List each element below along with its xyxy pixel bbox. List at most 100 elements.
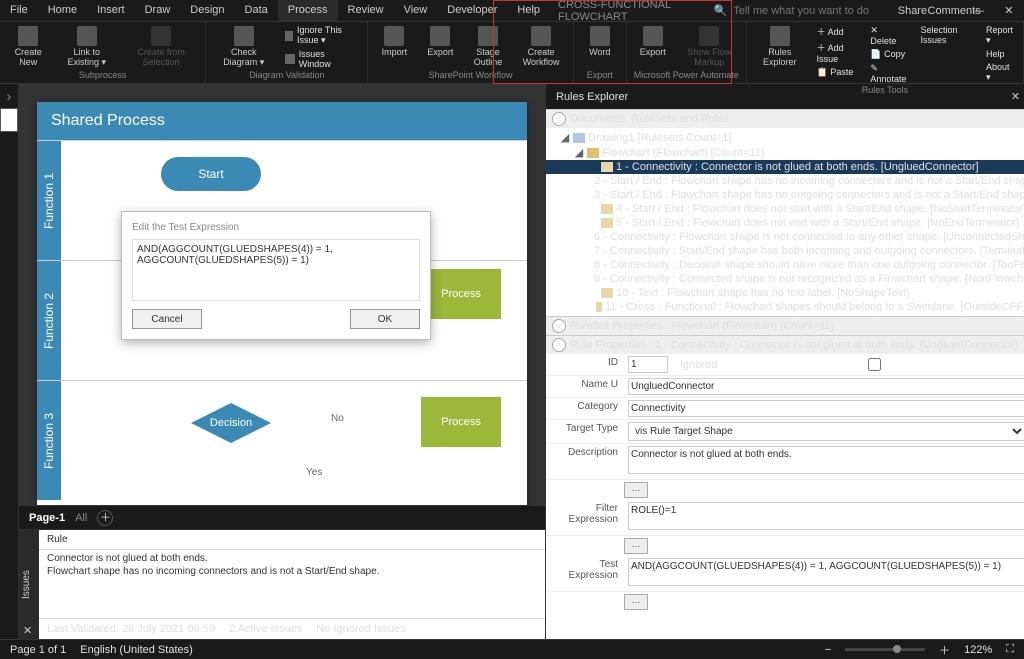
rules-explorer-icon — [770, 26, 790, 46]
issue-row[interactable]: Flowchart shape has no incoming connecto… — [47, 565, 537, 578]
page-tab-1[interactable]: Page-1 — [29, 512, 65, 524]
rule-collapse-icon[interactable]: ˄ — [552, 338, 566, 352]
fit-page-button[interactable]: ⛶ — [1006, 643, 1014, 656]
ribbon-small-item[interactable]: ＋ Add Issue — [813, 40, 861, 65]
rule-item-1[interactable]: 1 - Connectivity : Connector is not glue… — [546, 160, 1024, 174]
context-tab[interactable]: CROSS-FUNCTIONAL FLOWCHART — [558, 0, 714, 23]
tree-header[interactable]: ˄ Documents, RuleSets and Rules — [546, 109, 1024, 128]
issues-close-button[interactable]: ✕ — [23, 624, 32, 637]
process-shape-2[interactable]: Process — [421, 397, 501, 447]
rule-item-7[interactable]: 7 - Connectivity : Start/End shape has b… — [546, 244, 1024, 258]
rule-item-6[interactable]: 6 - Connectivity : Flowchart shape is no… — [546, 230, 1024, 244]
tab-design[interactable]: Design — [180, 0, 234, 21]
ribbon-small-item[interactable]: Issues Window — [281, 48, 361, 70]
tree-ruleset[interactable]: ◢Flowchart (Flowchart) [Count=11] — [546, 145, 1024, 160]
tab-developer[interactable]: Developer — [437, 0, 507, 21]
rule-item-4[interactable]: 4 - Start / End : Flowchart does not sta… — [546, 202, 1024, 216]
tree-drawing[interactable]: ◢Drawing1 [Rulesets Count=1] — [546, 130, 1024, 145]
close-button[interactable]: ✕ — [994, 4, 1024, 17]
prop-filter-input[interactable]: ROLE()=1 — [628, 502, 1024, 530]
link-existing-button[interactable]: Link to Existing ▾ — [56, 24, 117, 70]
word-button[interactable]: Word — [580, 24, 620, 60]
dialog-textarea[interactable]: AND(AGGCOUNT(GLUEDSHAPES(4)) = 1, AGGCOU… — [132, 239, 420, 301]
tellme-search[interactable]: 🔍 — [714, 4, 898, 17]
prop-test-input[interactable]: AND(AGGCOUNT(GLUEDSHAPES(4)) = 1, AGGCOU… — [628, 558, 1024, 586]
prop-id-input[interactable] — [628, 356, 668, 373]
rule-item-5[interactable]: 5 - Start / End : Flowchart does not end… — [546, 216, 1024, 230]
lane-1-label[interactable]: Function 1 — [37, 141, 61, 260]
filter-expand-button[interactable]: … — [624, 538, 648, 554]
prop-ignored-checkbox[interactable] — [723, 358, 1024, 371]
lane-2-label[interactable]: Function 2 — [37, 261, 61, 380]
zoom-out-button[interactable]: − — [825, 644, 831, 656]
tellme-input[interactable] — [733, 5, 893, 17]
rule-item-2[interactable]: 2 - Start / End : Flowchart shape has no… — [546, 174, 1024, 188]
canvas-scroll[interactable]: Shared Process Function 1 Start Function… — [19, 84, 545, 505]
create-new-button[interactable]: Create New — [6, 24, 50, 70]
desc-expand-button[interactable]: … — [624, 482, 648, 498]
ribbon-small-item[interactable]: 📋 Paste — [813, 66, 861, 79]
tab-view[interactable]: View — [394, 0, 438, 21]
prop-category-input[interactable] — [628, 400, 1024, 417]
lane-3-label[interactable]: Function 3 — [37, 381, 61, 500]
nav-collapse-icon[interactable]: › — [7, 88, 12, 104]
zoom-slider[interactable] — [845, 648, 925, 651]
check-diagram-button[interactable]: Check Diagram ▾ — [212, 24, 275, 70]
page-thumbnail[interactable] — [0, 108, 18, 132]
issues-column-rule[interactable]: Rule — [39, 530, 545, 550]
import-button[interactable]: Import — [374, 24, 414, 60]
drawing-canvas[interactable]: Shared Process Function 1 Start Function… — [37, 102, 527, 505]
swimlane-title[interactable]: Shared Process — [37, 102, 527, 140]
tab-data[interactable]: Data — [235, 0, 278, 21]
rule-item-3[interactable]: 3 - Start / End : Flowchart shape has no… — [546, 188, 1024, 202]
issues-panel: Issues Rule Connector is not glued at bo… — [19, 529, 545, 639]
export2-button[interactable]: Export — [633, 24, 673, 60]
ribbon-small-item[interactable]: ✕ Delete — [866, 24, 910, 47]
tree-collapse-icon[interactable]: ˄ — [552, 112, 566, 126]
ribbon-small-item[interactable]: Ignore This Issue ▾ — [281, 24, 361, 47]
rule-item-11[interactable]: 11 - Cross - Functional : Flowchart shap… — [546, 300, 1024, 314]
export-button[interactable]: Export — [420, 24, 460, 60]
dialog-cancel-button[interactable]: Cancel — [132, 309, 202, 329]
issues-tab-label[interactable]: Issues — [19, 530, 39, 639]
ribbon-small-item[interactable]: Selection Issues — [916, 24, 976, 46]
ribbon-small-item[interactable]: ✎ Annotate — [866, 62, 910, 85]
rule-item-9[interactable]: 9 - Connectivity : Connected shape is no… — [546, 272, 1024, 286]
rule-item-10[interactable]: 10 - Text : Flowchart shape has no text … — [546, 286, 1024, 300]
test-expand-button[interactable]: … — [624, 594, 648, 610]
tab-review[interactable]: Review — [338, 0, 394, 21]
prop-target-select[interactable]: vis Rule Target Shape — [628, 422, 1024, 441]
ruleset-props-header[interactable]: ˅ RuleSet Properties : Flowchart (Flowch… — [546, 316, 1024, 335]
rule-item-8[interactable]: 8 - Connectivity : Decision shape should… — [546, 258, 1024, 272]
rule-props-header[interactable]: ˄ Rule Properties : 1 - Connectivity : C… — [546, 335, 1024, 354]
prop-nameu-input[interactable] — [628, 378, 1024, 395]
tab-help[interactable]: Help — [507, 0, 550, 21]
stage-outline-button[interactable]: Stage Outline — [466, 24, 509, 70]
ribbon-small-item[interactable]: 📄 Copy — [866, 48, 910, 61]
rules-tree[interactable]: ◢Drawing1 [Rulesets Count=1] ◢Flowchart … — [546, 128, 1024, 316]
process-shape-1[interactable]: Process — [421, 269, 501, 319]
prop-description-input[interactable]: Connector is not glued at both ends. — [628, 446, 1024, 474]
rules-explorer-button[interactable]: Rules Explorer — [753, 24, 807, 70]
comments-button[interactable]: Comments — [928, 5, 964, 17]
tab-home[interactable]: Home — [38, 0, 87, 21]
tab-draw[interactable]: Draw — [135, 0, 181, 21]
start-shape[interactable]: Start — [161, 157, 261, 191]
ribbon-small-item[interactable]: ＋ Add — [813, 24, 861, 39]
page-tab-all[interactable]: All — [75, 512, 87, 524]
issue-row[interactable]: Connector is not glued at both ends. — [47, 552, 537, 565]
dialog-ok-button[interactable]: OK — [350, 309, 420, 329]
ribbon-small-item[interactable]: Help — [982, 48, 1017, 60]
ribbon-small-item[interactable]: About ▾ — [982, 61, 1017, 84]
ribbon-small-item[interactable]: Report ▾ — [982, 24, 1017, 47]
tab-insert[interactable]: Insert — [87, 0, 135, 21]
zoom-in-button[interactable]: ＋ — [939, 642, 950, 658]
tab-file[interactable]: File — [0, 0, 38, 21]
minimize-button[interactable]: — — [964, 5, 994, 17]
tab-process[interactable]: Process — [278, 0, 338, 21]
add-page-button[interactable]: ＋ — [97, 510, 113, 526]
decision-shape[interactable]: Decision — [191, 403, 271, 443]
create-workflow-button[interactable]: Create Workflow — [516, 24, 567, 70]
share-button[interactable]: Share — [897, 5, 927, 17]
ruleset-collapse-icon[interactable]: ˅ — [552, 319, 566, 333]
